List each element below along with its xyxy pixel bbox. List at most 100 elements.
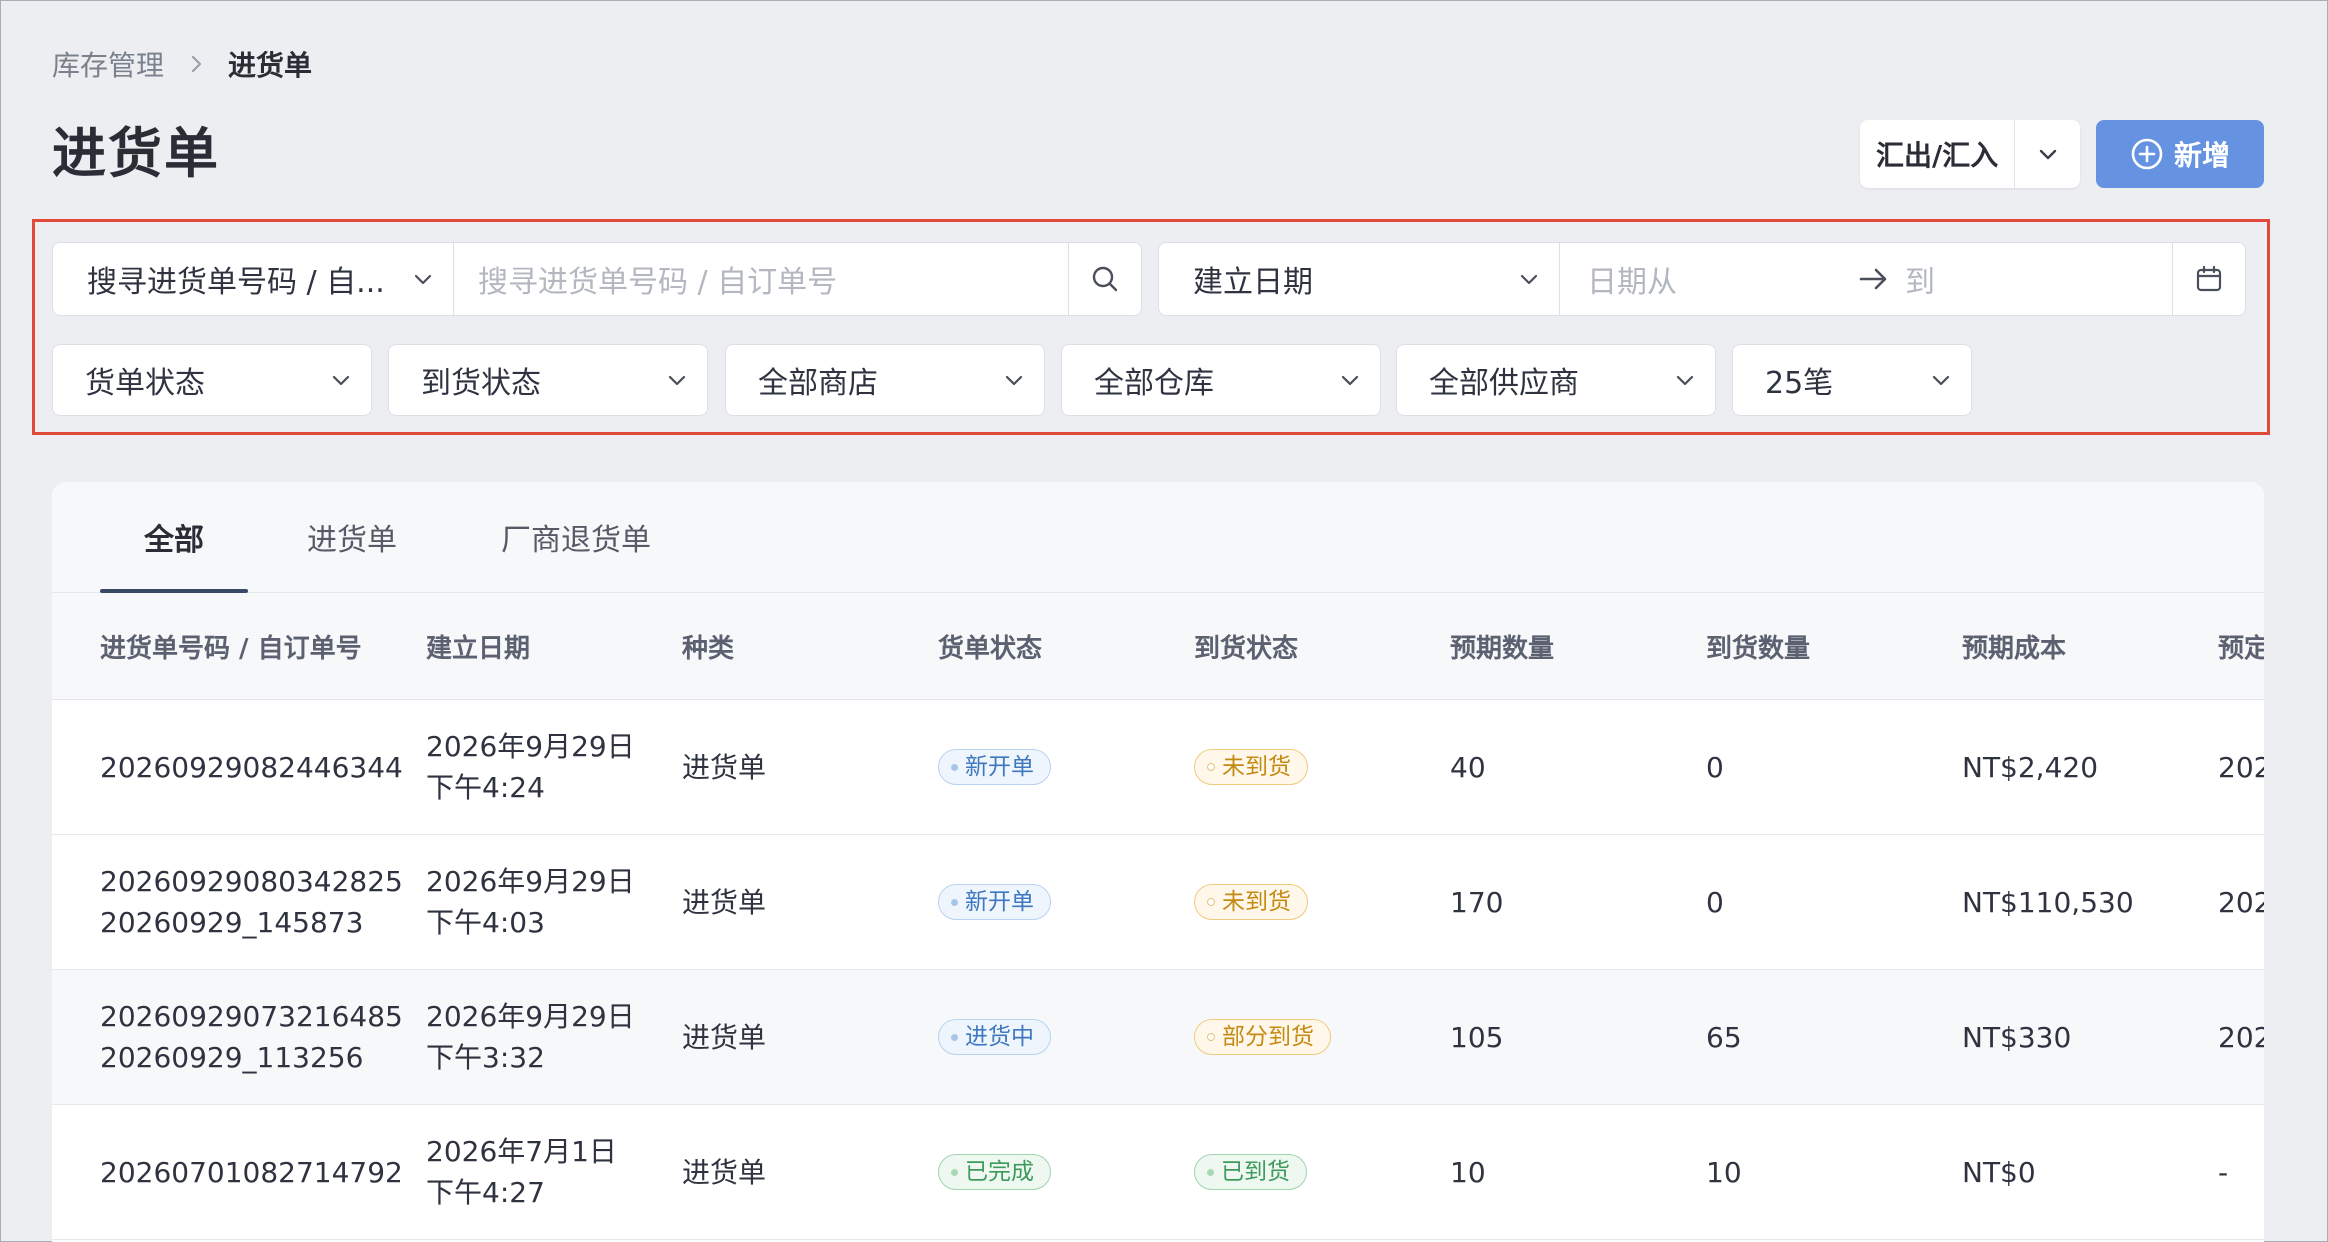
cell-created-date: 2026年7月1日 下午4:27 — [426, 1105, 617, 1239]
chevron-down-icon — [411, 267, 435, 291]
created-date: 2026年9月29日 — [426, 1000, 635, 1033]
column-header-type[interactable]: 种类 — [682, 593, 734, 699]
cell-order-no[interactable]: 20260929082446344 — [100, 700, 403, 834]
cell-expected-qty: 105 — [1450, 1020, 1504, 1054]
created-time: 下午3:32 — [426, 1041, 545, 1074]
dropdown-value: 全部供应商 — [1429, 366, 1579, 401]
status-label: 已完成 — [965, 1158, 1034, 1185]
order-number: 20260929073216485 — [100, 1000, 403, 1033]
chevron-down-icon — [1002, 368, 1026, 392]
column-header-expected-cost[interactable]: 预期成本 — [1962, 593, 2066, 699]
import-export-button[interactable]: 汇出/汇入 — [1860, 120, 2080, 188]
tab-purchase-order[interactable]: 进货单 — [272, 482, 432, 592]
column-header-arrived-qty[interactable]: 到货数量 — [1706, 593, 1810, 699]
tab-vendor-return[interactable]: 厂商退货单 — [456, 482, 696, 592]
cell-order-status: 新开单 — [938, 835, 1051, 969]
arrival-status-dropdown[interactable]: 到货状态 — [388, 344, 708, 416]
calendar-button[interactable] — [2172, 243, 2245, 315]
column-header-scheduled[interactable]: 预定 — [2218, 593, 2264, 699]
cell-type: 进货单 — [682, 750, 767, 784]
tab-all[interactable]: 全部 — [100, 482, 248, 593]
column-header-expected-qty[interactable]: 预期数量 — [1450, 593, 1554, 699]
column-header-created-date[interactable]: 建立日期 — [426, 593, 530, 699]
cell-order-status: 进货中 — [938, 970, 1051, 1104]
status-dot-icon — [1207, 898, 1215, 906]
page-title: 进货单 — [52, 122, 220, 185]
status-dot-icon — [1207, 1033, 1215, 1041]
cell-scheduled: 202 — [2218, 750, 2264, 784]
cell-arrived-qty: 0 — [1706, 885, 1724, 919]
date-type-select[interactable]: 建立日期 — [1159, 243, 1560, 315]
cell-type: 进货单 — [682, 1020, 767, 1054]
chevron-down-icon — [1517, 267, 1541, 291]
status-badge: 新开单 — [938, 749, 1051, 785]
status-badge: 部分到货 — [1194, 1019, 1331, 1055]
cell-order-status: 新开单 — [938, 700, 1051, 834]
status-label: 未到货 — [1222, 888, 1291, 915]
store-dropdown[interactable]: 全部商店 — [725, 344, 1045, 416]
created-date: 2026年7月1日 — [426, 1135, 617, 1168]
column-header-order-no[interactable]: 进货单号码 / 自订单号 — [100, 593, 362, 699]
cell-created-date: 2026年9月29日 下午3:32 — [426, 970, 635, 1104]
chevron-down-icon — [329, 368, 353, 392]
chevron-down-icon — [665, 368, 689, 392]
table-row[interactable]: 20260929080342825 20260929_145873 2026年9… — [52, 835, 2264, 970]
chevron-down-icon[interactable] — [2015, 141, 2080, 167]
date-from-input[interactable]: 日期从 — [1587, 243, 1677, 315]
cell-expected-cost: NT$0 — [1962, 1155, 2036, 1189]
date-to-placeholder: 到 — [1905, 265, 1935, 300]
search-input[interactable]: 搜寻进货单号码 / 自订单号 — [454, 243, 1068, 315]
order-number: 20260701082714792 — [100, 1155, 403, 1189]
cell-expected-cost: NT$330 — [1962, 1020, 2072, 1054]
breadcrumb-parent-link[interactable]: 库存管理 — [52, 44, 164, 84]
search-button[interactable] — [1068, 243, 1141, 315]
cell-order-no[interactable]: 20260929080342825 20260929_145873 — [100, 835, 403, 969]
supplier-dropdown[interactable]: 全部供应商 — [1396, 344, 1716, 416]
import-export-label[interactable]: 汇出/汇入 — [1860, 134, 2014, 174]
status-label: 已到货 — [1221, 1158, 1290, 1185]
cell-expected-cost: NT$2,420 — [1962, 750, 2099, 784]
table-row[interactable]: 20260929073216485 20260929_113256 2026年9… — [52, 970, 2264, 1105]
tab-bar: 全部 进货单 厂商退货单 — [52, 482, 2264, 593]
cell-order-no[interactable]: 20260701082714792 — [100, 1105, 403, 1239]
table-card: 全部 进货单 厂商退货单 进货单号码 / 自订单号 建立日期 种类 货单状态 到… — [52, 482, 2264, 1242]
created-time: 下午4:03 — [426, 906, 545, 939]
cell-expected-qty: 10 — [1450, 1155, 1486, 1189]
status-label: 部分到货 — [1222, 1023, 1314, 1050]
cell-scheduled: 202 — [2218, 885, 2264, 919]
cell-created-date: 2026年9月29日 下午4:24 — [426, 700, 635, 834]
add-new-button[interactable]: 新增 — [2096, 120, 2264, 188]
status-badge: 新开单 — [938, 884, 1051, 920]
column-header-arrival-status[interactable]: 到货状态 — [1194, 593, 1298, 699]
cell-arrival-status: 未到货 — [1194, 700, 1308, 834]
date-to-input[interactable]: 到 — [1905, 243, 1935, 315]
cell-scheduled: 202 — [2218, 1020, 2264, 1054]
chevron-down-icon — [1929, 368, 1953, 392]
search-field-select-value: 搜寻进货单号码 / 自... — [87, 265, 385, 300]
created-date: 2026年9月29日 — [426, 865, 635, 898]
custom-number: 20260929_113256 — [100, 1041, 364, 1074]
table-row[interactable]: 20260701082714792 2026年7月1日 下午4:27 进货单 已… — [52, 1105, 2264, 1240]
status-badge: 未到货 — [1194, 884, 1308, 920]
order-status-dropdown[interactable]: 货单状态 — [52, 344, 372, 416]
date-from-placeholder: 日期从 — [1587, 265, 1677, 300]
page-size-dropdown[interactable]: 25笔 — [1732, 344, 1972, 416]
cell-scheduled: - — [2218, 1155, 2229, 1189]
cell-arrived-qty: 10 — [1706, 1155, 1742, 1189]
plus-circle-icon — [2131, 138, 2163, 170]
status-label: 进货中 — [965, 1023, 1034, 1050]
warehouse-dropdown[interactable]: 全部仓库 — [1061, 344, 1381, 416]
table-row[interactable]: 20260929082446344 2026年9月29日 下午4:24 进货单 … — [52, 700, 2264, 835]
search-icon — [1092, 266, 1118, 292]
cell-order-no[interactable]: 20260929073216485 20260929_113256 — [100, 970, 403, 1104]
order-number: 20260929080342825 — [100, 865, 403, 898]
search-field-select[interactable]: 搜寻进货单号码 / 自... — [53, 243, 454, 315]
cell-arrived-qty: 65 — [1706, 1020, 1742, 1054]
calendar-icon — [2196, 265, 2222, 292]
cell-expected-qty: 40 — [1450, 750, 1486, 784]
column-header-order-status[interactable]: 货单状态 — [938, 593, 1042, 699]
search-group: 搜寻进货单号码 / 自... 搜寻进货单号码 / 自订单号 — [52, 242, 1142, 316]
status-label: 新开单 — [965, 753, 1034, 780]
cell-arrival-status: 部分到货 — [1194, 970, 1331, 1104]
date-range-group: 建立日期 日期从 到 — [1158, 242, 2246, 316]
